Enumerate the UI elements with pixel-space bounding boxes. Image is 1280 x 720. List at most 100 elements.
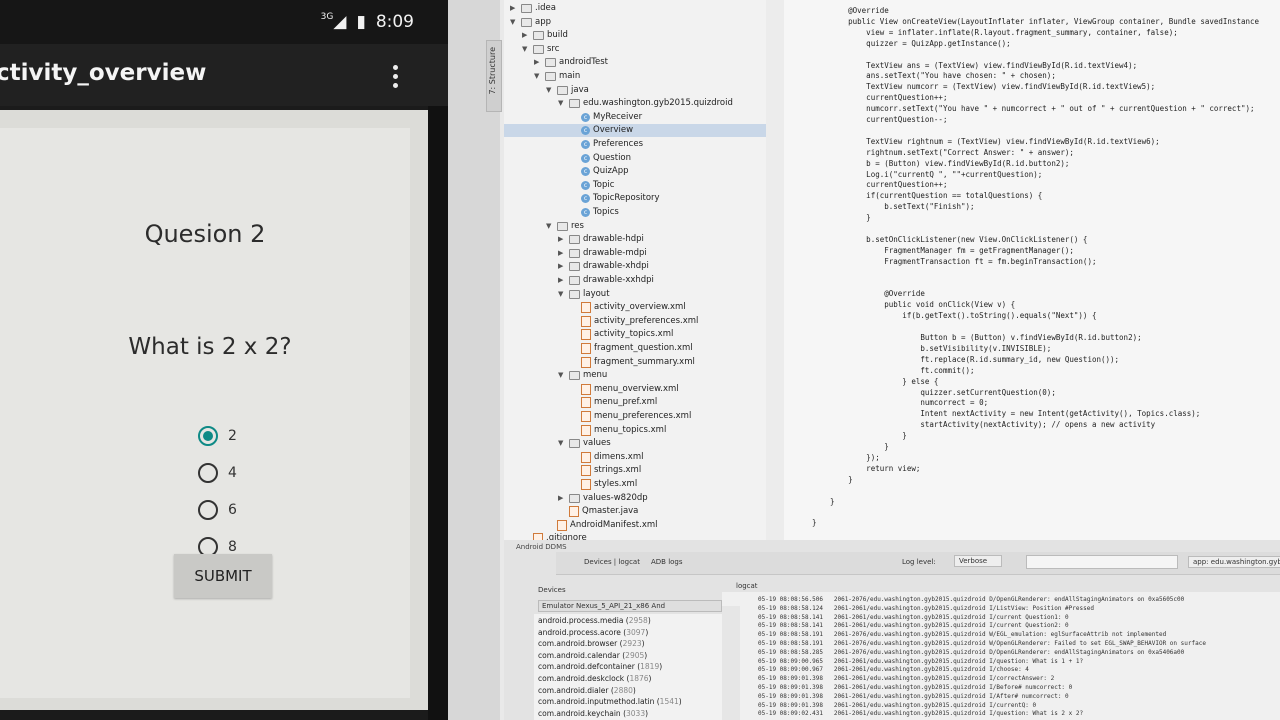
class-icon: c <box>581 208 590 217</box>
tree-node[interactable]: ▶ drawable-mdpi <box>504 247 766 260</box>
collapse-arrow-icon[interactable]: ▶ <box>558 274 566 287</box>
tree-node[interactable]: AndroidManifest.xml <box>504 519 766 532</box>
expand-arrow-icon[interactable]: ▼ <box>558 288 566 301</box>
status-icons: 3G◢ ▮ 8:09 <box>321 12 414 32</box>
process-item[interactable]: com.android.dialer (2880) <box>538 686 636 695</box>
code-line: } <box>812 518 817 528</box>
tree-node[interactable]: ▼ src <box>504 43 766 56</box>
tree-node[interactable]: menu_topics.xml <box>504 424 766 437</box>
tree-node[interactable]: ▼ app <box>504 16 766 29</box>
tree-node[interactable]: fragment_question.xml <box>504 342 766 355</box>
tree-node-label: menu <box>583 370 608 381</box>
tree-node[interactable]: ▶ values-w820dp <box>504 492 766 505</box>
package-filter-select[interactable]: app: edu.washington.gyb2015.quizd <box>1188 556 1280 568</box>
tree-node[interactable]: activity_preferences.xml <box>504 315 766 328</box>
device-select[interactable]: Emulator Nexus_5_API_21_x86 And <box>538 600 722 612</box>
process-item[interactable]: com.android.defcontainer (1819) <box>538 662 662 671</box>
code-editor[interactable]: @Override public View onCreateView(Layou… <box>784 0 1280 540</box>
process-item[interactable]: com.android.calendar (2905) <box>538 651 647 660</box>
expand-arrow-icon[interactable]: ▼ <box>546 84 554 97</box>
process-item[interactable]: android.process.acore (3097) <box>538 628 648 637</box>
tree-node[interactable]: ▼ res <box>504 220 766 233</box>
radio-button-icon[interactable] <box>198 463 218 483</box>
tree-node[interactable]: ▶ androidTest <box>504 56 766 69</box>
tree-node[interactable]: ▶ drawable-xhdpi <box>504 260 766 273</box>
tree-node[interactable]: ▶ drawable-xxhdpi <box>504 274 766 287</box>
expand-arrow-icon[interactable]: ▼ <box>510 16 518 29</box>
collapse-arrow-icon[interactable]: ▶ <box>534 56 542 69</box>
tree-node[interactable]: dimens.xml <box>504 451 766 464</box>
file-icon <box>581 383 591 395</box>
process-item[interactable]: com.android.deskclock (1876) <box>538 674 651 683</box>
logcat-search-input[interactable] <box>1026 555 1178 569</box>
tree-node[interactable]: ▼ values <box>504 437 766 450</box>
tree-node-label: drawable-mdpi <box>583 247 647 258</box>
tree-node[interactable]: c Topic <box>504 179 766 192</box>
file-icon <box>581 397 591 409</box>
collapse-arrow-icon[interactable]: ▶ <box>558 233 566 246</box>
radio-button-icon[interactable] <box>198 426 218 446</box>
tree-node-label: activity_topics.xml <box>594 329 674 340</box>
tree-node[interactable]: strings.xml <box>504 464 766 477</box>
collapse-arrow-icon[interactable]: ▶ <box>510 2 518 15</box>
tree-node[interactable]: fragment_summary.xml <box>504 356 766 369</box>
process-item[interactable]: android.process.media (2958) <box>538 616 651 625</box>
tree-node[interactable]: c Preferences <box>504 138 766 151</box>
tree-node[interactable]: menu_overview.xml <box>504 383 766 396</box>
answer-option[interactable]: 4 <box>198 463 237 483</box>
process-item[interactable]: com.android.keychain (3033) <box>538 709 648 718</box>
expand-arrow-icon[interactable]: ▼ <box>558 437 566 450</box>
tree-node[interactable]: Qmaster.java <box>504 505 766 518</box>
question-number: Quesion 2 <box>144 220 266 248</box>
tree-node[interactable]: c QuizApp <box>504 165 766 178</box>
tree-node[interactable]: ▼ java <box>504 84 766 97</box>
tree-node[interactable]: c Question <box>504 152 766 165</box>
tree-node[interactable]: c TopicRepository <box>504 192 766 205</box>
process-item[interactable]: com.android.browser (2923) <box>538 639 645 648</box>
tab-adb-logs[interactable]: ADB logs <box>651 558 683 566</box>
process-item[interactable]: com.android.inputmethod.latin (1541) <box>538 697 682 706</box>
radio-button-icon[interactable] <box>198 500 218 520</box>
process-pid: 1819 <box>640 662 660 672</box>
collapse-arrow-icon[interactable]: ▶ <box>558 492 566 505</box>
tree-node[interactable]: activity_topics.xml <box>504 328 766 341</box>
answer-option[interactable]: 6 <box>198 500 237 520</box>
expand-arrow-icon[interactable]: ▼ <box>534 70 542 83</box>
tree-node[interactable]: ▼ main <box>504 70 766 83</box>
submit-button[interactable]: SUBMIT <box>174 554 272 598</box>
tree-node[interactable]: styles.xml <box>504 478 766 491</box>
overflow-menu-icon[interactable] <box>386 63 406 91</box>
collapse-arrow-icon[interactable]: ▶ <box>558 247 566 260</box>
folder-icon <box>557 85 568 95</box>
expand-arrow-icon[interactable]: ▼ <box>558 97 566 110</box>
log-line: 05-19 08:08:58.191 2061-2076/edu.washing… <box>758 631 1167 639</box>
app-title: ctivity_overview <box>0 60 207 86</box>
code-line: Button b = (Button) v.findViewById(R.id.… <box>812 333 1142 342</box>
tree-node[interactable]: menu_preferences.xml <box>504 410 766 423</box>
tree-node[interactable]: ▼ layout <box>504 288 766 301</box>
logcat-output[interactable]: 05-19 08:08:56.506 2061-2076/edu.washing… <box>722 592 1280 720</box>
expand-arrow-icon[interactable]: ▼ <box>546 220 554 233</box>
process-pid: 1541 <box>659 697 679 707</box>
tree-node[interactable]: menu_pref.xml <box>504 396 766 409</box>
structure-tool-tab[interactable]: 7: Structure <box>486 40 502 112</box>
code-line: TextView rightnum = (TextView) view.find… <box>812 136 1160 146</box>
tree-node[interactable]: c MyReceiver <box>504 111 766 124</box>
file-icon <box>569 506 579 518</box>
tab-devices-logcat[interactable]: Devices | logcat <box>584 558 640 566</box>
tree-node[interactable]: ▶ build <box>504 29 766 42</box>
tree-node[interactable]: c Overview <box>504 124 766 138</box>
collapse-arrow-icon[interactable]: ▶ <box>558 260 566 273</box>
expand-arrow-icon[interactable]: ▼ <box>558 369 566 382</box>
tree-node[interactable]: c Topics <box>504 206 766 219</box>
tree-node[interactable]: activity_overview.xml <box>504 301 766 314</box>
collapse-arrow-icon[interactable]: ▶ <box>522 29 530 42</box>
answer-option[interactable]: 2 <box>198 426 237 446</box>
tree-node[interactable]: ▶ .idea <box>504 2 766 15</box>
tree-node[interactable]: ▶ drawable-hdpi <box>504 233 766 246</box>
tree-node[interactable]: ▼ menu <box>504 369 766 382</box>
tree-node[interactable]: ▼ edu.washington.gyb2015.quizdroid <box>504 97 766 110</box>
code-line: ans.setText("You have chosen: " + chosen… <box>812 71 1056 81</box>
expand-arrow-icon[interactable]: ▼ <box>522 43 530 56</box>
log-level-select[interactable]: Verbose <box>954 555 1003 567</box>
